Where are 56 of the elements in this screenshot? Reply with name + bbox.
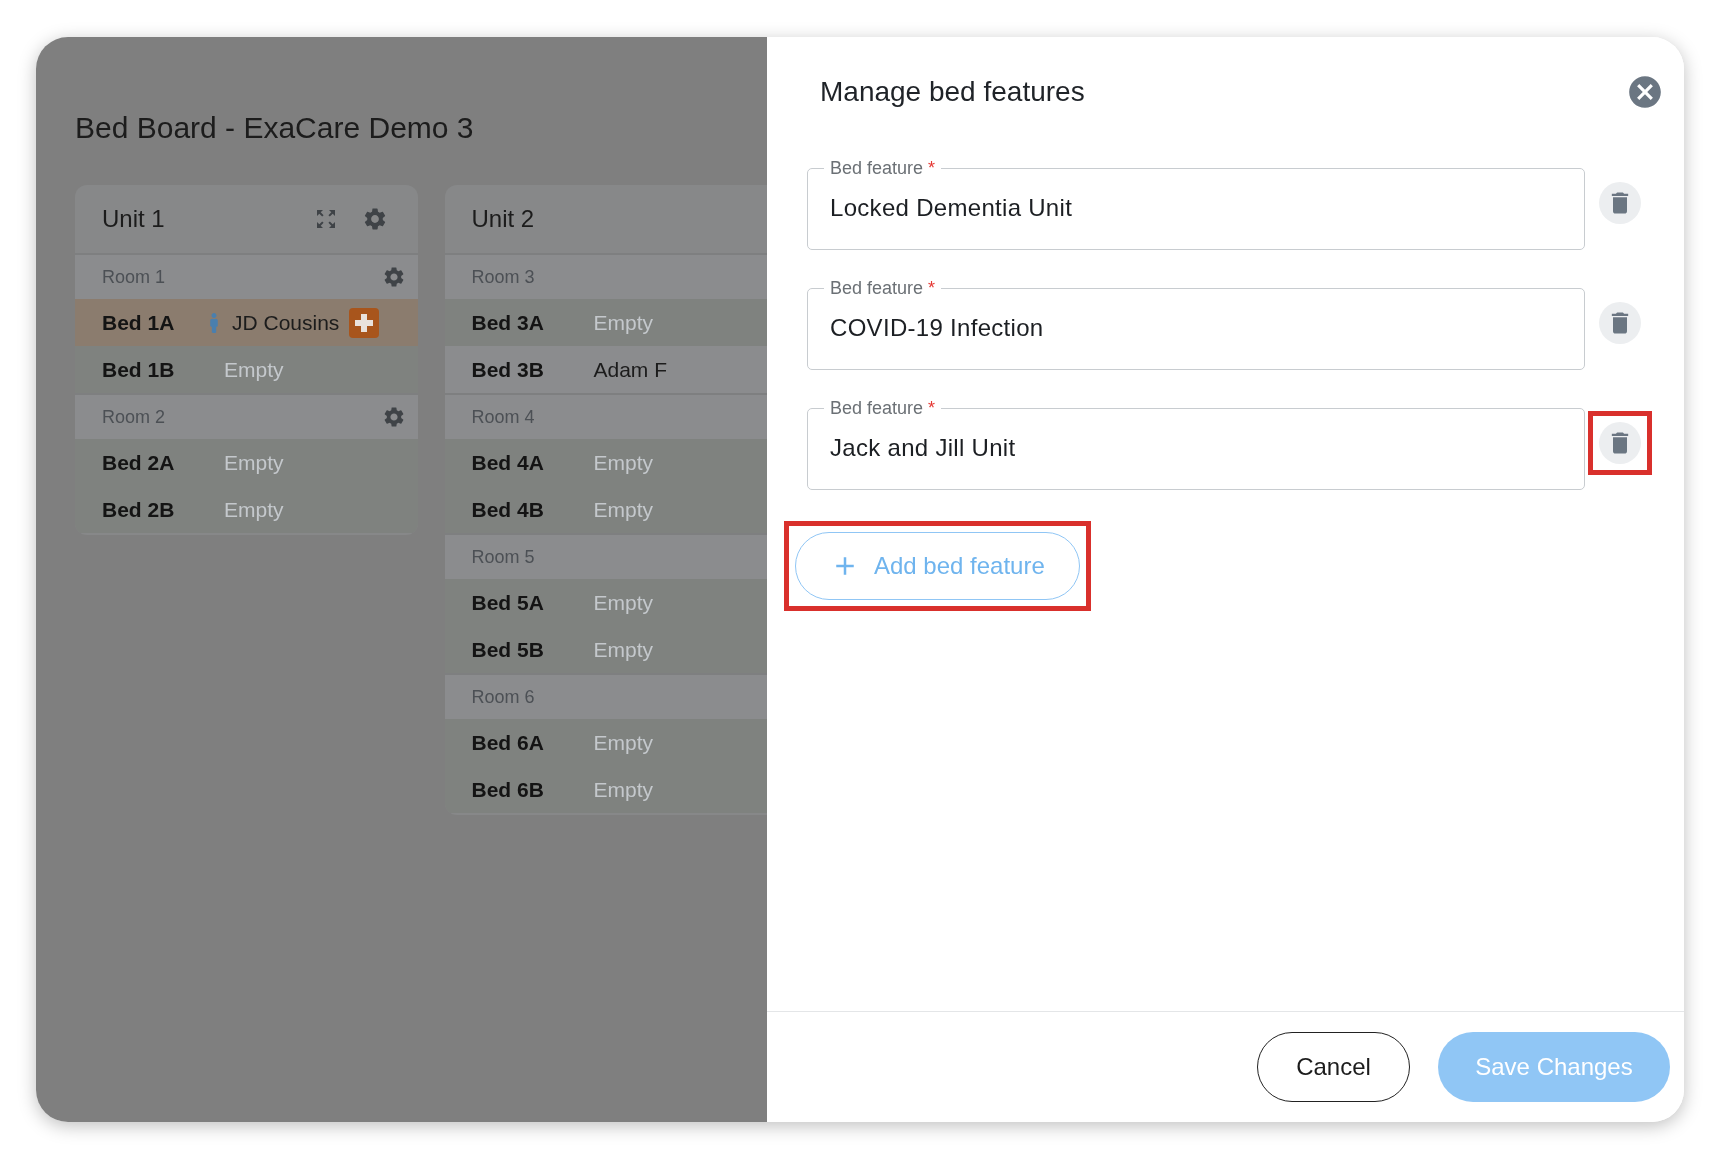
drawer-title: Manage bed features <box>820 76 1086 108</box>
room-label: Room 1 <box>102 266 167 288</box>
bed-name: Bed 4B <box>471 497 544 522</box>
bed-row[interactable]: Bed 1A JD Cousins <box>75 299 418 346</box>
occupant-name: Empty <box>593 450 653 475</box>
occupant-name: JD Cousins <box>232 310 340 335</box>
occupant-name: Empty <box>593 730 653 755</box>
occupant-name: Empty <box>224 497 284 522</box>
field-value[interactable]: Jack and Jill Unit <box>830 434 1584 462</box>
occupant-name: Empty <box>593 497 653 522</box>
occupant-name: Empty <box>593 637 653 662</box>
text-field[interactable]: Bed feature * Locked Dementia Unit <box>807 158 1585 250</box>
field-value[interactable]: COVID-19 Infection <box>830 314 1584 342</box>
room-label: Room 4 <box>471 406 536 428</box>
occupant-name: Empty <box>593 777 653 802</box>
field-label: Bed feature * <box>829 158 937 179</box>
bed-row[interactable]: Bed 5B Empty <box>444 626 767 673</box>
occupant-name: Empty <box>224 357 284 382</box>
room-label: Room 2 <box>102 406 167 428</box>
occupant-name: Adam F <box>593 357 668 382</box>
bed-name: Bed 4A <box>471 450 544 475</box>
occupant-name: Empty <box>593 310 653 335</box>
bed-name: Bed 1B <box>102 357 175 382</box>
bed-name: Bed 3B <box>471 357 544 382</box>
field-label: Bed feature * <box>829 398 937 419</box>
bed-row[interactable]: Bed 3A Empty <box>444 299 767 346</box>
bed-row[interactable]: Bed 4B Empty <box>444 486 767 533</box>
room-label: Room 5 <box>471 546 536 568</box>
bed-row[interactable]: Bed 2A Empty <box>75 439 418 486</box>
board-title: Bed Board - ExaCare Demo 3 <box>75 111 475 145</box>
room-label: Room 3 <box>471 266 536 288</box>
text-field[interactable]: Bed feature * Jack and Jill Unit <box>807 398 1585 490</box>
bed-row[interactable]: Bed 3B Adam F <box>444 346 767 393</box>
field-value[interactable]: Locked Dementia Unit <box>830 194 1584 222</box>
bed-name: Bed 2B <box>102 497 175 522</box>
bed-row[interactable]: Bed 2B Empty <box>75 486 418 533</box>
bed-row[interactable]: Bed 6A Empty <box>444 719 767 766</box>
room-label: Room 6 <box>471 686 536 708</box>
unit-title: Unit 1 <box>102 205 166 233</box>
bed-name: Bed 3A <box>471 310 544 335</box>
text-field[interactable]: Bed feature * COVID-19 Infection <box>807 278 1585 370</box>
field-label: Bed feature * <box>829 278 937 299</box>
bed-name: Bed 2A <box>102 450 175 475</box>
bed-row[interactable]: Bed 1B Empty <box>75 346 418 393</box>
occupant-name: Empty <box>224 450 284 475</box>
bed-row[interactable]: Bed 4A Empty <box>444 439 767 486</box>
bed-row[interactable]: Bed 6B Empty <box>444 766 767 813</box>
cancel-button[interactable]: Cancel <box>1257 1032 1410 1102</box>
unit-title: Unit 2 <box>471 205 536 233</box>
bed-name: Bed 5B <box>471 637 544 662</box>
bed-row[interactable]: Bed 5A Empty <box>444 579 767 626</box>
bed-name: Bed 5A <box>471 590 544 615</box>
bed-name: Bed 6B <box>471 777 544 802</box>
bed-name: Bed 1A <box>102 310 175 335</box>
bed-name: Bed 6A <box>471 730 544 755</box>
occupant-name: Empty <box>593 590 653 615</box>
